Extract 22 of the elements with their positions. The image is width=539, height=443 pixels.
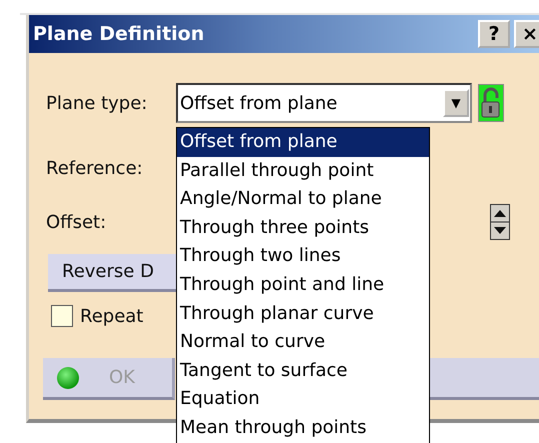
list-option[interactable]: Equation	[177, 385, 429, 414]
help-button[interactable]: ?	[478, 20, 510, 48]
padlock-icon[interactable]	[478, 84, 504, 122]
list-option[interactable]: Offset from plane	[177, 128, 429, 157]
list-option[interactable]: Normal to curve	[177, 328, 429, 357]
list-option[interactable]: Through planar curve	[177, 300, 429, 328]
dropdown-arrow-button[interactable]: ▼	[443, 89, 469, 117]
field-label: Plane type:	[46, 92, 148, 114]
ball-icon	[57, 366, 79, 388]
list-option[interactable]: Through three points	[177, 214, 429, 242]
list-option[interactable]: Parallel through point	[177, 156, 429, 186]
list-option[interactable]: Tangent to surface	[177, 356, 429, 386]
repeat-checkbox[interactable]	[51, 305, 73, 327]
plane-type-dropdown[interactable]: Offset from plane ▼	[176, 83, 472, 123]
checkbox-label: Repeat	[80, 306, 144, 326]
spinner-icon[interactable]	[490, 204, 510, 240]
list-option[interactable]: Angle/Normal to plane	[177, 185, 429, 214]
field-label: Offset:	[46, 212, 106, 232]
window-title: Plane Definition	[32, 23, 204, 45]
close-button[interactable]: ×	[514, 20, 539, 48]
field-label: Reference:	[46, 158, 143, 178]
list-option[interactable]: Mean through points	[177, 414, 429, 443]
